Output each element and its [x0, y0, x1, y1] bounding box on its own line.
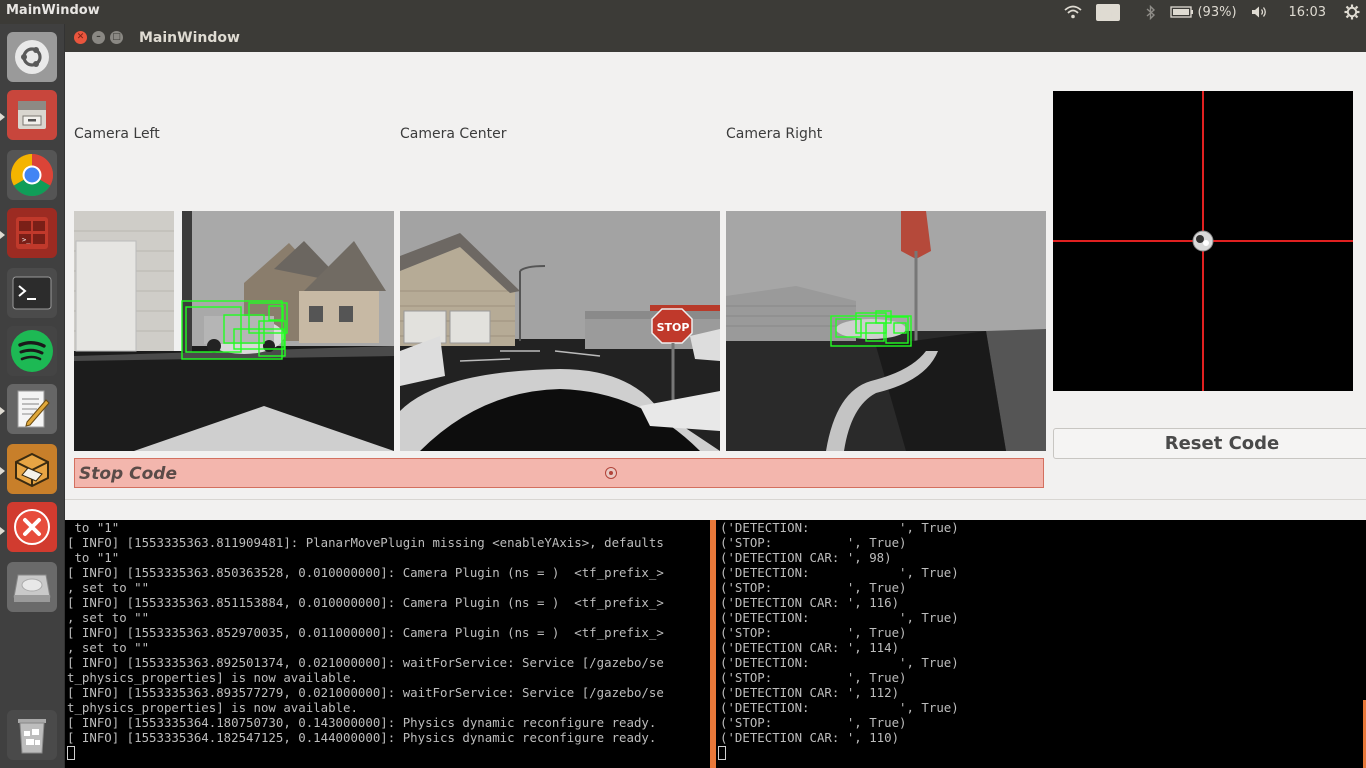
stop-code-button[interactable]: Stop Code: [74, 458, 1044, 488]
terminal-icon: [12, 276, 52, 310]
terminal-line: ('DETECTION CAR: ', 114): [720, 640, 900, 655]
terminal-line: to "1": [67, 520, 120, 535]
terminal-line: ('DETECTION: ', True): [720, 610, 959, 625]
files-app-button[interactable]: [7, 90, 57, 140]
disk-drive-icon: [13, 574, 51, 602]
battery-icon: [1170, 6, 1194, 18]
terminal-line: [ INFO] [1553335363.893577279, 0.0210000…: [67, 685, 664, 700]
terminal-line: ('DETECTION: ', True): [720, 700, 959, 715]
terminal-line: [ INFO] [1553335363.851153884, 0.0100000…: [67, 595, 664, 610]
spotify-icon: [11, 330, 53, 372]
main-window: ✕ – □ MainWindow Camera Left Camera Cent…: [65, 24, 1366, 520]
terminal-line: ('STOP: ', True): [720, 670, 907, 685]
terminal-line: [ INFO] [1553335363.892501374, 0.0210000…: [67, 655, 664, 670]
gazebo-icon: [15, 452, 49, 488]
close-icon: [14, 509, 50, 545]
terminal-line: , set to "": [67, 640, 150, 655]
window-maximize-button[interactable]: □: [110, 31, 123, 44]
trash-icon: [18, 719, 46, 754]
terminal-line: ('DETECTION CAR: ', 112): [720, 685, 900, 700]
text-editor-button[interactable]: [7, 384, 57, 434]
terminal-line: [ INFO] [1553335363.852970035, 0.0110000…: [67, 625, 664, 640]
wifi-icon[interactable]: [1064, 5, 1082, 19]
reset-code-button[interactable]: Reset Code: [1053, 428, 1366, 459]
camera-left-label: Camera Left: [74, 126, 160, 142]
spotify-button[interactable]: [7, 326, 57, 376]
terminal-line: [ INFO] [1553335364.180750730, 0.1430000…: [67, 715, 657, 730]
terminal-line: ('STOP: ', True): [720, 535, 907, 550]
active-app-title: MainWindow: [6, 3, 100, 18]
keyboard-layout-indicator[interactable]: En: [1096, 3, 1121, 21]
terminal-line: ('STOP: ', True): [720, 580, 907, 595]
ubuntu-logo-icon: [15, 40, 49, 74]
top-panel: MainWindow En (93%) 16:03: [0, 0, 1366, 24]
terminal-line: t_physics_properties] is now available.: [67, 670, 358, 685]
terminal-line: ('DETECTION CAR: ', 110): [720, 730, 900, 745]
terminal-line: t_physics_properties] is now available.: [67, 700, 358, 715]
battery-percentage: (93%): [1197, 4, 1237, 20]
teleop-pad[interactable]: [1053, 91, 1353, 391]
volume-icon[interactable]: [1251, 5, 1269, 19]
system-tray: En (93%) 16:03: [1064, 0, 1366, 24]
window-titlebar: ✕ – □ MainWindow: [65, 24, 1366, 52]
camera-right-view: [726, 211, 1046, 451]
gazebo-button[interactable]: [7, 444, 57, 494]
window-close-button[interactable]: ✕: [74, 31, 87, 44]
terminal-line: to "1": [67, 550, 120, 565]
stop-code-label: Stop Code: [79, 464, 177, 484]
clock[interactable]: 16:03: [1289, 5, 1326, 20]
terminal-line: ('DETECTION: ', True): [720, 565, 959, 580]
stop-sign-label: STOP: [657, 321, 690, 334]
svg-text:>_: >_: [22, 236, 31, 244]
terminal-line: , set to "": [67, 580, 150, 595]
window-minimize-button[interactable]: –: [92, 31, 105, 44]
terminal-line: [ INFO] [1553335364.182547125, 0.1440000…: [67, 730, 657, 745]
force-quit-button[interactable]: [7, 502, 57, 552]
terminal-line: ('STOP: ', True): [720, 625, 907, 640]
terminal-left-lines: to "1"[ INFO] [1553335363.811909481]: Pl…: [67, 520, 664, 745]
terminal-line: ('DETECTION CAR: ', 98): [720, 550, 892, 565]
system-monitor-icon: >_: [16, 217, 48, 249]
launcher: >_: [0, 24, 65, 768]
terminal-line: ('DETECTION CAR: ', 116): [720, 595, 900, 610]
terminal-line: ('DETECTION: ', True): [720, 520, 959, 535]
terminal-line: [ INFO] [1553335363.850363528, 0.0100000…: [67, 565, 664, 580]
camera-right-label: Camera Right: [726, 126, 823, 142]
system-monitor-button[interactable]: >_: [7, 208, 57, 258]
trash-button[interactable]: [7, 710, 57, 760]
chrome-browser-button[interactable]: [7, 150, 57, 200]
terminal-right-cursor: [718, 746, 726, 760]
terminal-button[interactable]: [7, 268, 57, 318]
ubuntu-dash-button[interactable]: [7, 32, 57, 82]
terminal-right-lines: ('DETECTION: ', True) ('STOP: ', True) ('D…: [720, 520, 959, 745]
terminal-line: ('DETECTION: ', True): [720, 655, 959, 670]
gear-icon[interactable]: [1344, 4, 1360, 20]
terminal-right[interactable]: ('DETECTION: ', True) ('STOP: ', True) ('D…: [716, 520, 1366, 768]
bluetooth-icon[interactable]: [1146, 4, 1156, 20]
text-editor-icon: [17, 390, 50, 428]
chrome-icon: [10, 154, 54, 197]
disk-drive-button[interactable]: [7, 562, 57, 612]
camera-left-view: [74, 211, 394, 451]
terminal-left[interactable]: to "1"[ INFO] [1553335363.811909481]: Pl…: [65, 520, 710, 768]
camera-center-label: Camera Center: [400, 126, 507, 142]
battery-indicator[interactable]: (93%): [1170, 4, 1237, 20]
window-title: MainWindow: [139, 30, 240, 46]
camera-center-view: STOP: [400, 211, 720, 451]
terminal-line: [ INFO] [1553335363.811909481]: PlanarMo…: [67, 535, 664, 550]
record-indicator-icon: [605, 467, 617, 479]
file-cabinet-icon: [18, 101, 46, 129]
terminal-line: ('STOP: ', True): [720, 715, 907, 730]
terminal-left-cursor: [67, 746, 75, 760]
reset-code-label: Reset Code: [1164, 433, 1280, 454]
divider: [65, 499, 1366, 500]
terminal-line: , set to "": [67, 610, 150, 625]
